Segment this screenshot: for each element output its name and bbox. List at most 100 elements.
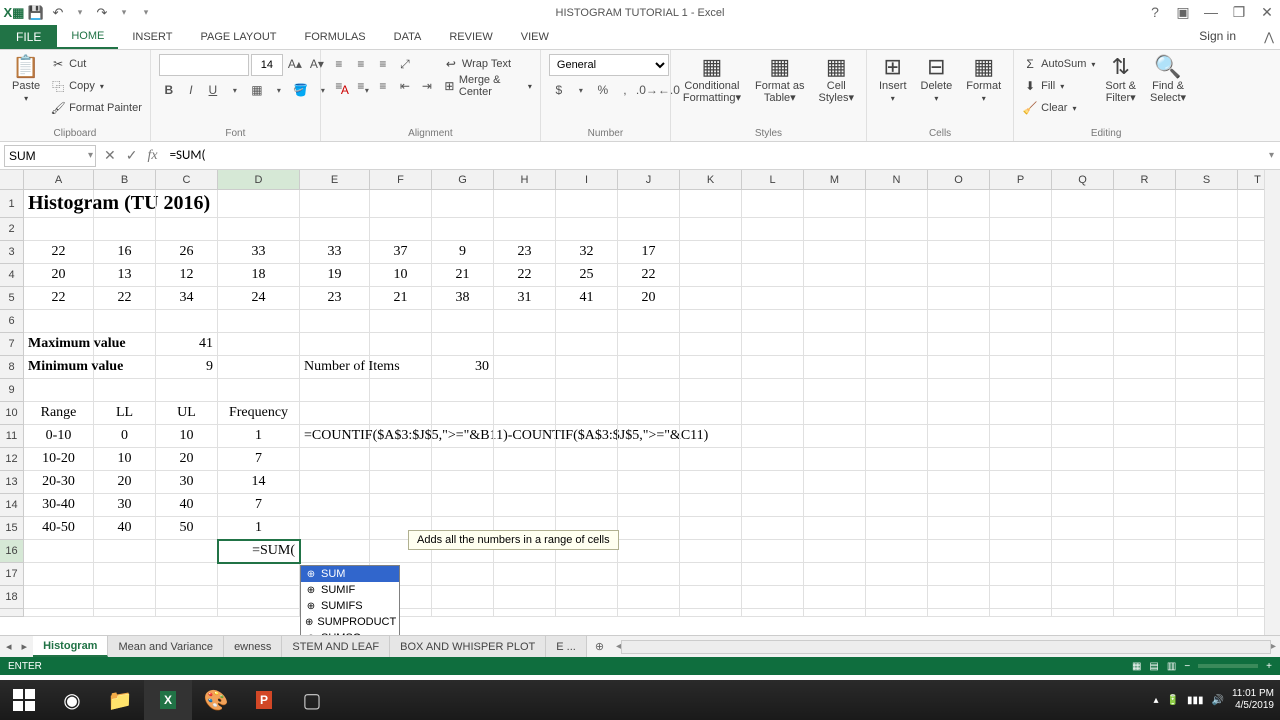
cell-D9[interactable]	[218, 379, 300, 402]
cell-B6[interactable]	[94, 310, 156, 333]
cell-D8[interactable]	[218, 356, 300, 379]
cell-A3[interactable]: 22	[24, 241, 94, 264]
cell-G1[interactable]	[432, 190, 494, 218]
column-header-F[interactable]: F	[370, 170, 432, 190]
cell-C15[interactable]: 50	[156, 517, 218, 540]
cell-L9[interactable]	[742, 379, 804, 402]
cell-M5[interactable]	[804, 287, 866, 310]
cell-O11[interactable]	[928, 425, 990, 448]
cell-B1[interactable]	[94, 190, 156, 218]
cell-J8[interactable]	[618, 356, 680, 379]
cell-M13[interactable]	[804, 471, 866, 494]
cell-B5[interactable]: 22	[94, 287, 156, 310]
cell-N10[interactable]	[866, 402, 928, 425]
cell-G2[interactable]	[432, 218, 494, 241]
cell-L2[interactable]	[742, 218, 804, 241]
cell-B17[interactable]	[94, 563, 156, 586]
cancel-formula-icon[interactable]: ✕	[104, 147, 116, 164]
app-icon[interactable]: ▢	[288, 680, 336, 720]
cell-P2[interactable]	[990, 218, 1052, 241]
cell-E10[interactable]	[300, 402, 370, 425]
battery-icon[interactable]: 🔋	[1167, 695, 1179, 706]
cell-O19[interactable]	[928, 609, 990, 617]
cell-C9[interactable]	[156, 379, 218, 402]
sheet-nav-prev-icon[interactable]: ◂	[6, 640, 12, 653]
save-icon[interactable]: 💾	[26, 3, 46, 23]
cell-I6[interactable]	[556, 310, 618, 333]
cell-C6[interactable]	[156, 310, 218, 333]
cell-K3[interactable]	[680, 241, 742, 264]
undo-dropdown-icon[interactable]: ▾	[70, 3, 90, 23]
cell-C19[interactable]	[156, 609, 218, 617]
paint-icon[interactable]: 🎨	[192, 680, 240, 720]
name-box-dropdown-icon[interactable]: ▾	[88, 150, 93, 161]
cell-R18[interactable]	[1114, 586, 1176, 609]
cell-D18[interactable]	[218, 586, 300, 609]
cell-P12[interactable]	[990, 448, 1052, 471]
cut-button[interactable]: ✂Cut	[50, 54, 142, 74]
cell-H1[interactable]	[494, 190, 556, 218]
cell-J13[interactable]	[618, 471, 680, 494]
cell-J9[interactable]	[618, 379, 680, 402]
cell-B7[interactable]	[94, 333, 156, 356]
select-all-corner[interactable]	[0, 170, 24, 190]
cell-N13[interactable]	[866, 471, 928, 494]
cell-G18[interactable]	[432, 586, 494, 609]
cell-N9[interactable]	[866, 379, 928, 402]
cell-M4[interactable]	[804, 264, 866, 287]
cell-N11[interactable]	[866, 425, 928, 448]
cell-C14[interactable]: 40	[156, 494, 218, 517]
cell-H13[interactable]	[494, 471, 556, 494]
cell-A13[interactable]: 20-30	[24, 471, 94, 494]
cell-B13[interactable]: 20	[94, 471, 156, 494]
cell-D4[interactable]: 18	[218, 264, 300, 287]
cell-Q14[interactable]	[1052, 494, 1114, 517]
cell-P17[interactable]	[990, 563, 1052, 586]
chrome-icon[interactable]: ◉	[48, 680, 96, 720]
cell-L17[interactable]	[742, 563, 804, 586]
cell-A11[interactable]: 0-10	[24, 425, 94, 448]
cell-Q9[interactable]	[1052, 379, 1114, 402]
cell-I11[interactable]	[556, 425, 618, 448]
cell-J7[interactable]	[618, 333, 680, 356]
cell-R17[interactable]	[1114, 563, 1176, 586]
cell-S11[interactable]	[1176, 425, 1238, 448]
cell-J6[interactable]	[618, 310, 680, 333]
sort-filter-button[interactable]: ⇅Sort &Filter▾	[1101, 54, 1140, 106]
cell-Q15[interactable]	[1052, 517, 1114, 540]
cell-P6[interactable]	[990, 310, 1052, 333]
cell-G12[interactable]	[432, 448, 494, 471]
collapse-ribbon-icon[interactable]: ⋀	[1264, 30, 1274, 44]
paste-dropdown-icon[interactable]: ▾	[24, 94, 28, 103]
cell-D11[interactable]: 1	[218, 425, 300, 448]
cell-J5[interactable]: 20	[618, 287, 680, 310]
cell-K2[interactable]	[680, 218, 742, 241]
cell-H5[interactable]: 31	[494, 287, 556, 310]
cell-B9[interactable]	[94, 379, 156, 402]
cell-K14[interactable]	[680, 494, 742, 517]
cell-M8[interactable]	[804, 356, 866, 379]
row-header-18[interactable]: 18	[0, 586, 24, 609]
cell-M2[interactable]	[804, 218, 866, 241]
cell-O4[interactable]	[928, 264, 990, 287]
formula-input[interactable]	[166, 145, 1263, 167]
cell-A6[interactable]	[24, 310, 94, 333]
cell-C5[interactable]: 34	[156, 287, 218, 310]
bold-button[interactable]: B	[159, 80, 179, 100]
align-bottom-icon[interactable]: ≡	[373, 54, 393, 74]
percent-icon[interactable]: %	[593, 80, 613, 100]
cell-A14[interactable]: 30-40	[24, 494, 94, 517]
cell-L19[interactable]	[742, 609, 804, 617]
column-header-Q[interactable]: Q	[1052, 170, 1114, 190]
cell-A9[interactable]	[24, 379, 94, 402]
tab-review[interactable]: REVIEW	[435, 25, 506, 49]
cell-K13[interactable]	[680, 471, 742, 494]
cell-B4[interactable]: 13	[94, 264, 156, 287]
fx-icon[interactable]: fx	[147, 148, 157, 164]
cell-R14[interactable]	[1114, 494, 1176, 517]
cell-E12[interactable]	[300, 448, 370, 471]
cell-I13[interactable]	[556, 471, 618, 494]
cell-O10[interactable]	[928, 402, 990, 425]
cell-O16[interactable]	[928, 540, 990, 563]
cell-S13[interactable]	[1176, 471, 1238, 494]
